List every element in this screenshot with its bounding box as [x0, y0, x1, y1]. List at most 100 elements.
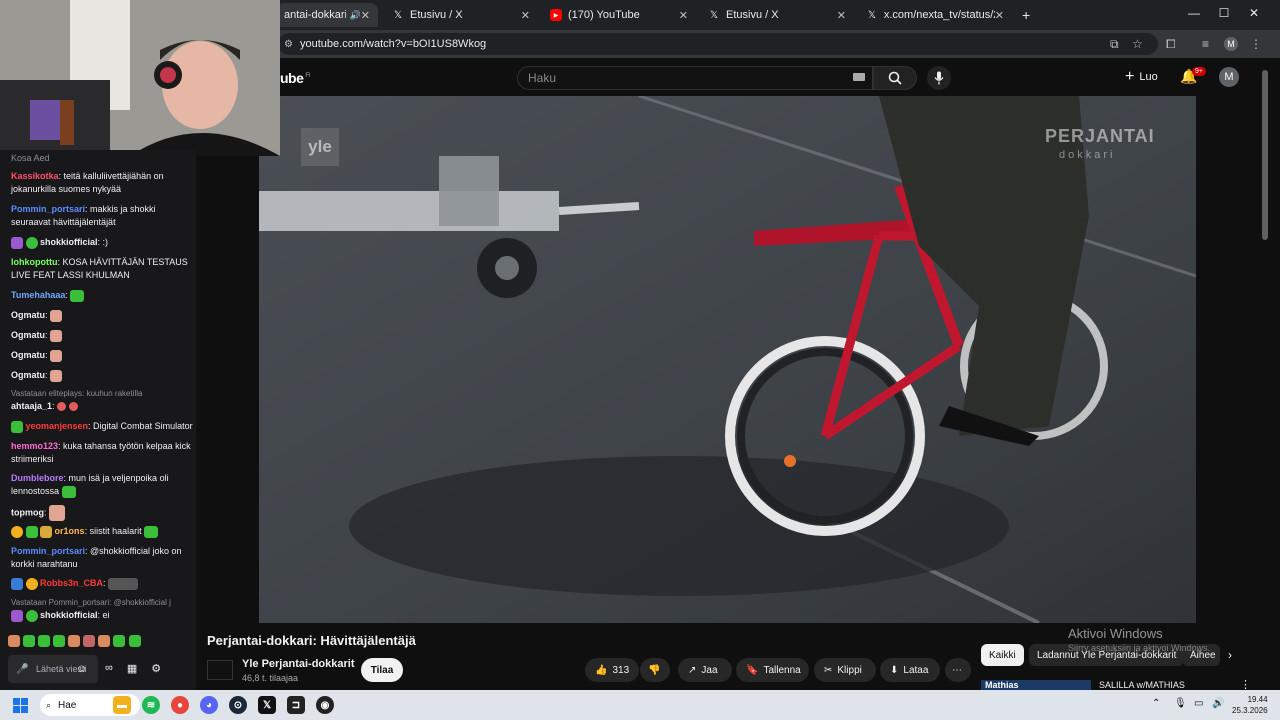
system-clock[interactable]: 19.44 25.3.2026: [1232, 694, 1268, 716]
emote-icon[interactable]: [38, 635, 51, 648]
chrome-icon[interactable]: ●: [171, 696, 189, 714]
steam-icon[interactable]: ⊙: [229, 696, 247, 714]
tab-title: (170) YouTube: [568, 9, 640, 21]
chat-username[interactable]: Pommin_portsari: [11, 204, 85, 214]
related-thumbnail[interactable]: Mathias: [981, 680, 1091, 690]
chat-username[interactable]: Ogmatu: [11, 310, 45, 320]
tab-perjantai-dokkari[interactable]: antai-dokkari: Hä 🔊 ✕: [276, 3, 378, 27]
discord-icon[interactable]: ◕: [200, 696, 218, 714]
channel-avatar[interactable]: [207, 660, 233, 680]
emote-icon[interactable]: [98, 635, 111, 648]
clip-button[interactable]: ✂ Klippi: [814, 658, 876, 682]
window-close-icon[interactable]: ✕: [1244, 6, 1264, 20]
chat-username[interactable]: ahtaaja_1: [11, 401, 52, 411]
extensions-icon[interactable]: ⧠: [1166, 37, 1176, 52]
emote-icon[interactable]: [83, 635, 96, 648]
chat-username[interactable]: shokkiofficial: [40, 610, 98, 620]
chat-username[interactable]: Kassikotka: [11, 171, 59, 181]
close-icon[interactable]: ✕: [679, 9, 688, 22]
more-actions-button[interactable]: ⋯: [945, 658, 971, 682]
media-control-icon[interactable]: ≡: [1202, 37, 1209, 51]
file-explorer-icon[interactable]: ▬: [113, 696, 131, 714]
tab-etusivu-x-1[interactable]: 𝕏 Etusivu / X ✕: [384, 3, 538, 27]
emote-icon[interactable]: [68, 635, 81, 648]
x-app-icon[interactable]: 𝕏: [258, 696, 276, 714]
spotify-icon[interactable]: ≋: [142, 696, 160, 714]
emote-icon: [57, 402, 67, 412]
chat-username[interactable]: shokkiofficial: [40, 237, 98, 247]
chat-username[interactable]: hemmo123: [11, 441, 58, 451]
emote-icon[interactable]: [128, 635, 141, 648]
keyboard-icon[interactable]: [853, 73, 865, 81]
new-tab-button[interactable]: +: [1014, 3, 1038, 27]
store-icon[interactable]: ▦: [127, 662, 137, 675]
page-scrollbar[interactable]: [1262, 70, 1268, 240]
chat-partial-line: Kosa Aed: [11, 153, 50, 163]
subscribe-button[interactable]: Tilaa: [361, 658, 403, 682]
close-icon[interactable]: ✕: [995, 9, 1004, 22]
chat-username[interactable]: Ogmatu: [11, 350, 45, 360]
chat-username[interactable]: yeomanjensen: [26, 421, 89, 431]
create-button[interactable]: + Luo: [1125, 68, 1158, 86]
tab-nexta[interactable]: 𝕏 x.com/nexta_tv/status/2036578 ✕: [858, 3, 1012, 27]
menu-kebab-icon[interactable]: ⋮: [1250, 37, 1262, 51]
chevron-right-icon[interactable]: ›: [1228, 648, 1232, 662]
app-icon[interactable]: ⊐: [287, 696, 305, 714]
obs-icon[interactable]: ◉: [316, 696, 334, 714]
settings-gear-icon[interactable]: ⚙: [151, 662, 161, 675]
profile-avatar[interactable]: M: [1224, 37, 1238, 51]
minimize-icon[interactable]: —: [1184, 6, 1204, 20]
chat-username[interactable]: or1ons: [55, 526, 85, 536]
channel-name[interactable]: Yle Perjantai-dokkarit: [242, 658, 355, 670]
emote-icon[interactable]: [23, 635, 36, 648]
dislike-button[interactable]: 👎: [640, 658, 670, 682]
chat-username[interactable]: Pommin_portsari: [11, 546, 85, 556]
youtube-logo[interactable]: ube FI: [280, 70, 310, 86]
save-button[interactable]: 🔖 Tallenna: [736, 658, 809, 682]
share-button[interactable]: ↗ Jaa: [678, 658, 732, 682]
webcam-overlay: [0, 0, 280, 156]
volume-icon[interactable]: 🔊: [1212, 698, 1224, 709]
emote-icon[interactable]: [8, 635, 20, 648]
related-title[interactable]: SALILLA w/MATHIAS: [1099, 680, 1185, 690]
address-bar[interactable]: ⚙ youtube.com/watch?v=bOI1US8Wkog: [278, 33, 1158, 55]
youtube-header: ube FI Haku + Luo 🔔 9+ M: [195, 58, 1280, 96]
tab-etusivu-x-2[interactable]: 𝕏 Etusivu / X ✕: [700, 3, 854, 27]
emoji-picker-icon[interactable]: ☺: [76, 663, 87, 675]
emote-icon[interactable]: [113, 635, 126, 648]
windows-start-icon[interactable]: [13, 698, 28, 713]
tray-mic-icon[interactable]: 🎙: [1174, 698, 1187, 709]
like-button[interactable]: 👍 313: [585, 658, 639, 682]
site-info-icon[interactable]: ⚙: [284, 39, 293, 50]
chip-all[interactable]: Kaikki: [981, 644, 1024, 666]
audio-icon[interactable]: 🔊: [350, 10, 361, 21]
maximize-icon[interactable]: ☐: [1214, 6, 1234, 20]
search-icon: [888, 71, 902, 85]
chat-username[interactable]: Robbs3n_CBA: [40, 578, 103, 588]
chat-username[interactable]: Dumblebore: [11, 473, 64, 483]
emote-icon[interactable]: [53, 635, 66, 648]
install-icon[interactable]: ⧉: [1110, 37, 1119, 52]
chat-username[interactable]: lohkopottu: [11, 257, 58, 267]
chat-message: hemmo123: kuka tahansa työtön kelpaa kic…: [11, 440, 196, 466]
video-player[interactable]: yle PERJANTAI dokkari: [259, 96, 1196, 623]
chat-username[interactable]: Ogmatu: [11, 330, 45, 340]
search-input[interactable]: Haku: [517, 66, 873, 90]
chat-username[interactable]: Ogmatu: [11, 370, 45, 380]
emote-icon: [50, 309, 63, 322]
network-icon[interactable]: ▭: [1194, 698, 1203, 709]
tab-youtube[interactable]: ▶ (170) YouTube ✕: [542, 3, 696, 27]
voice-search-button[interactable]: [927, 66, 951, 90]
download-button[interactable]: ⬇ Lataa: [880, 658, 940, 682]
search-button[interactable]: [873, 66, 917, 90]
chat-username[interactable]: Tumehahaaa: [11, 290, 65, 300]
account-avatar[interactable]: M: [1219, 67, 1239, 87]
close-icon[interactable]: ✕: [837, 9, 846, 22]
points-icon[interactable]: ∞: [105, 662, 113, 675]
chat-username[interactable]: topmog: [11, 507, 44, 517]
close-icon[interactable]: ✕: [521, 9, 530, 22]
bookmark-star-icon[interactable]: ☆: [1132, 37, 1143, 51]
tray-chevron-icon[interactable]: ⌃: [1152, 698, 1160, 709]
mic-icon[interactable]: 🎤: [16, 664, 28, 675]
close-icon[interactable]: ✕: [361, 9, 370, 22]
